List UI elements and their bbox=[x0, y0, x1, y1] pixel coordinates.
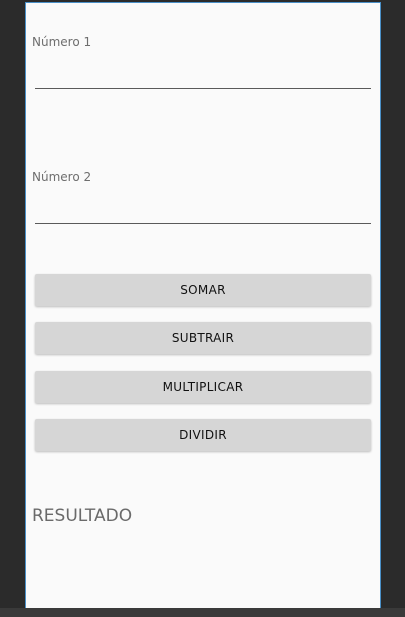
dividir-button[interactable]: DIVIDIR bbox=[35, 419, 371, 451]
numero2-input[interactable] bbox=[35, 194, 371, 224]
multiplicar-button[interactable]: MULTIPLICAR bbox=[35, 371, 371, 403]
numero1-input[interactable] bbox=[35, 59, 371, 89]
subtrair-button[interactable]: SUBTRAIR bbox=[35, 322, 371, 354]
numero2-label: Número 2 bbox=[32, 170, 92, 184]
device-frame: Número 1 Número 2 SOMAR SUBTRAIR MULTIPL… bbox=[0, 0, 405, 617]
numero1-label: Número 1 bbox=[32, 35, 92, 49]
app-screen: Número 1 Número 2 SOMAR SUBTRAIR MULTIPL… bbox=[25, 2, 381, 608]
bottom-bar bbox=[0, 608, 405, 617]
result-text: RESULTADO bbox=[32, 506, 133, 526]
somar-button[interactable]: SOMAR bbox=[35, 274, 371, 306]
